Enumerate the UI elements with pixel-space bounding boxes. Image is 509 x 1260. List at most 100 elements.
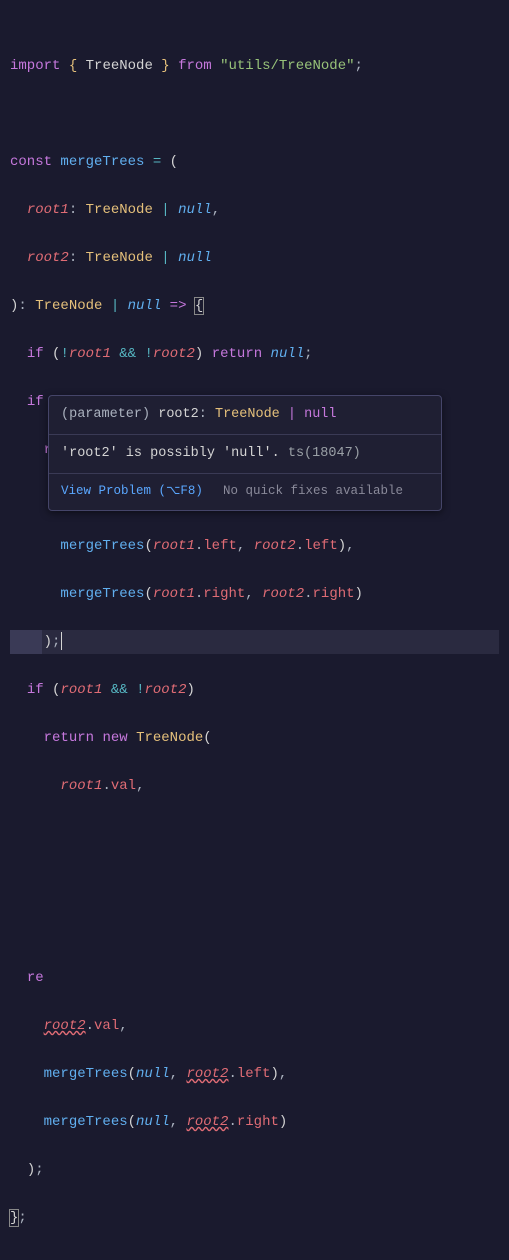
code-line[interactable]: re bbox=[10, 966, 499, 990]
semicolon: ; bbox=[35, 1162, 43, 1178]
code-line[interactable]: mergeTrees(null, root2.right) bbox=[10, 1110, 499, 1134]
identifier: root1 bbox=[60, 682, 102, 698]
function-name: mergeTrees bbox=[60, 154, 144, 170]
hover-signature: (parameter) root2: TreeNode | null bbox=[49, 396, 441, 434]
code-line[interactable]: if (!root1 && !root2) return null; bbox=[10, 342, 499, 366]
code-line[interactable]: import { TreeNode } from "utils/TreeNode… bbox=[10, 54, 499, 78]
code-line[interactable]: root2.val, bbox=[10, 1014, 499, 1038]
type-name: TreeNode bbox=[86, 250, 153, 266]
paren-open: ( bbox=[52, 682, 60, 698]
paren-close: ) bbox=[187, 682, 195, 698]
code-line[interactable]: const mergeTrees = ( bbox=[10, 150, 499, 174]
identifier: root2 bbox=[262, 586, 304, 602]
paren-open: ( bbox=[170, 154, 178, 170]
code-line[interactable]: root1.val, bbox=[10, 774, 499, 798]
property: right bbox=[313, 586, 355, 602]
comma: , bbox=[237, 538, 245, 554]
code-line[interactable]: mergeTrees(null, root2.left), bbox=[10, 1062, 499, 1086]
identifier: root1 bbox=[153, 586, 195, 602]
semicolon: ; bbox=[18, 1210, 26, 1226]
code-line[interactable]: return new TreeNode( bbox=[10, 726, 499, 750]
code-line[interactable]: root1: TreeNode | null, bbox=[10, 198, 499, 222]
colon: : bbox=[69, 202, 77, 218]
identifier-error[interactable]: root2 bbox=[44, 1018, 86, 1034]
not-op: ! bbox=[144, 346, 152, 362]
code-line-blank[interactable] bbox=[10, 102, 499, 126]
code-line-blank[interactable] bbox=[10, 870, 499, 894]
code-line[interactable]: mergeTrees(root1.right, root2.right) bbox=[10, 582, 499, 606]
keyword-new: new bbox=[102, 730, 127, 746]
code-line-selected[interactable]: ); bbox=[10, 630, 499, 654]
property: left bbox=[203, 538, 237, 554]
keyword-null: null bbox=[178, 250, 212, 266]
hover-error-text: 'root2' is possibly 'null'. bbox=[61, 446, 280, 461]
paren-close: ) bbox=[44, 634, 52, 650]
comma: , bbox=[279, 1066, 287, 1082]
code-line[interactable]: ); bbox=[10, 1158, 499, 1182]
not-op: ! bbox=[60, 346, 68, 362]
paren-close: ) bbox=[355, 586, 363, 602]
code-line-blank[interactable] bbox=[10, 918, 499, 942]
identifier-error[interactable]: root2 bbox=[186, 1066, 228, 1082]
and-op: && bbox=[119, 346, 136, 362]
identifier: root1 bbox=[60, 778, 102, 794]
comma: , bbox=[136, 778, 144, 794]
property: left bbox=[304, 538, 338, 554]
colon: : bbox=[69, 250, 77, 266]
code-line[interactable]: mergeTrees(root1.left, root2.left), bbox=[10, 534, 499, 558]
code-line[interactable]: ): TreeNode | null => { bbox=[10, 294, 499, 318]
dot: . bbox=[296, 538, 304, 554]
identifier: root2 bbox=[254, 538, 296, 554]
paren-open: ( bbox=[144, 538, 152, 554]
keyword-null: null bbox=[136, 1114, 170, 1130]
code-editor[interactable]: import { TreeNode } from "utils/TreeNode… bbox=[0, 0, 509, 1260]
function-call: mergeTrees bbox=[60, 538, 144, 554]
dot: . bbox=[102, 778, 110, 794]
paren-open: ( bbox=[144, 586, 152, 602]
semicolon: ; bbox=[355, 58, 363, 74]
keyword-import: import bbox=[10, 58, 60, 74]
hover-tooltip[interactable]: (parameter) root2: TreeNode | null 'root… bbox=[48, 395, 442, 511]
hover-type: TreeNode bbox=[215, 407, 280, 422]
paren-close: ) bbox=[270, 1066, 278, 1082]
brace-open: { bbox=[69, 58, 77, 74]
equals: = bbox=[153, 154, 161, 170]
identifier: root2 bbox=[144, 682, 186, 698]
identifier: root1 bbox=[153, 538, 195, 554]
keyword-return-truncated: re bbox=[27, 970, 44, 986]
dot: . bbox=[228, 1066, 236, 1082]
code-line[interactable]: root2: TreeNode | null bbox=[10, 246, 499, 270]
pipe: | bbox=[161, 250, 169, 266]
comma: , bbox=[119, 1018, 127, 1034]
paren-close: ) bbox=[338, 538, 346, 554]
paren-close: ) bbox=[27, 1162, 35, 1178]
keyword-null: null bbox=[136, 1066, 170, 1082]
code-line[interactable]: if (root1 && !root2) bbox=[10, 678, 499, 702]
identifier-error[interactable]: root2 bbox=[186, 1114, 228, 1130]
brace-open: { bbox=[194, 297, 204, 315]
keyword-null: null bbox=[271, 346, 305, 362]
type-name: TreeNode bbox=[86, 202, 153, 218]
dot: . bbox=[228, 1114, 236, 1130]
code-line-blank[interactable] bbox=[10, 822, 499, 846]
return-type: TreeNode bbox=[35, 298, 102, 314]
paren-open: ( bbox=[128, 1114, 136, 1130]
brace-close: } bbox=[161, 58, 169, 74]
no-quick-fixes-label: No quick fixes available bbox=[223, 480, 403, 502]
property: right bbox=[237, 1114, 279, 1130]
param-name: root2 bbox=[27, 250, 69, 266]
view-problem-link[interactable]: View Problem (⌥F8) bbox=[61, 480, 203, 502]
keyword-const: const bbox=[10, 154, 52, 170]
dot: . bbox=[86, 1018, 94, 1034]
function-call: mergeTrees bbox=[44, 1114, 128, 1130]
code-line[interactable]: }; bbox=[10, 1206, 499, 1230]
comma: , bbox=[245, 586, 253, 602]
comma: , bbox=[170, 1066, 178, 1082]
dot: . bbox=[195, 538, 203, 554]
keyword-return: return bbox=[44, 730, 94, 746]
property: val bbox=[94, 1018, 119, 1034]
ctor-name: TreeNode bbox=[136, 730, 203, 746]
property: val bbox=[111, 778, 136, 794]
pipe: | bbox=[161, 202, 169, 218]
paren-open: ( bbox=[203, 730, 211, 746]
